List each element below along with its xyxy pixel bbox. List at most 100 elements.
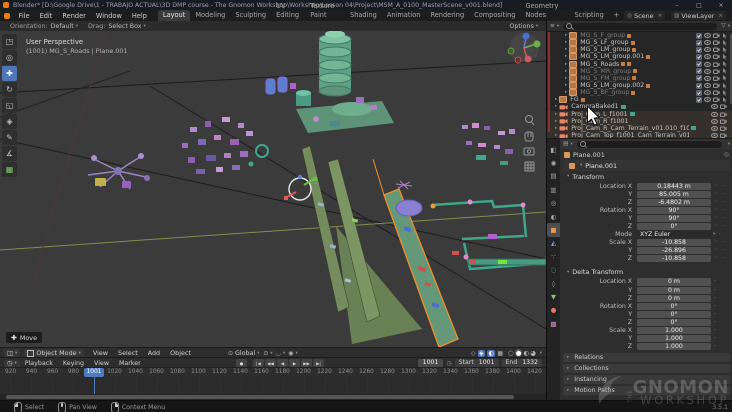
animate-dot-icon[interactable]: · (720, 223, 728, 230)
render-camera-icon[interactable] (713, 90, 720, 96)
animate-dot-icon[interactable]: · (711, 343, 719, 350)
value-field[interactable]: 0 m (637, 278, 711, 286)
outliner-search-input[interactable] (563, 22, 718, 30)
drag-dropdown[interactable]: Select Box ▾ (108, 23, 145, 30)
workspace-tab[interactable]: Compositing (469, 10, 520, 21)
eye-icon[interactable] (711, 104, 718, 110)
outliner-row[interactable]: ▸ Proj_Cam_R_f1001 (547, 117, 732, 125)
viewport-canvas[interactable] (0, 31, 546, 347)
minimize-button[interactable]: – (666, 2, 688, 9)
eye-icon[interactable] (711, 111, 718, 117)
workspace-tab[interactable]: Layout (157, 10, 191, 21)
render-camera-icon[interactable] (720, 119, 727, 124)
checkbox-icon[interactable] (696, 39, 702, 46)
animate-dot-icon[interactable]: · (720, 191, 728, 198)
expand-icon[interactable]: ▸ (565, 69, 567, 74)
overlay-toggle-button[interactable]: ◇ (471, 350, 476, 357)
workspace-tab[interactable]: Shading (345, 10, 382, 21)
tool-button[interactable]: ▦ (2, 162, 17, 177)
workspace-tab[interactable]: Texture Paint (305, 1, 345, 21)
render-camera-icon[interactable] (713, 54, 720, 60)
maximize-button[interactable]: □ (688, 2, 710, 9)
expand-icon[interactable]: ▸ (555, 126, 557, 131)
delta-transform-section-header[interactable]: ▾ Delta Transform (560, 267, 732, 278)
value-field[interactable]: 0° (637, 318, 711, 326)
tool-button[interactable]: ◈ (2, 114, 17, 129)
value-field[interactable]: 1.000 (637, 327, 711, 335)
animate-dot-icon[interactable]: · (711, 278, 719, 285)
animate-dot-icon[interactable]: · (711, 335, 719, 342)
properties-tab[interactable]: ▩ (547, 317, 560, 330)
value-field[interactable]: 0.18443 m (637, 182, 711, 190)
collapsed-section[interactable]: ▸ Collections (563, 363, 730, 373)
value-field[interactable]: 0 m (637, 294, 711, 302)
outliner-row[interactable]: ▸ MG_S_LM_group (547, 46, 732, 54)
properties-tab[interactable]: ◭ (547, 237, 560, 250)
menu-item[interactable]: Window (91, 12, 127, 20)
animate-dot-icon[interactable]: · (720, 239, 728, 246)
start-frame-field[interactable]: Start 1001 (454, 359, 499, 367)
render-camera-icon[interactable] (713, 97, 720, 103)
orientation-dropdown[interactable]: Default ▾ (51, 23, 78, 30)
selectable-cursor-icon[interactable] (722, 46, 727, 53)
workspace-tab[interactable]: Modeling (190, 10, 230, 21)
lock-icon[interactable]: ◦ (711, 256, 720, 261)
lock-icon[interactable]: ◦ (711, 216, 720, 221)
animate-dot-icon[interactable]: · (711, 295, 719, 302)
timeline-scrollbar[interactable] (6, 395, 514, 399)
properties-search-input[interactable] (576, 140, 722, 148)
render-camera-icon[interactable] (713, 69, 720, 74)
properties-editor-icon[interactable]: ▤ (563, 141, 568, 147)
outliner-row[interactable]: ▸ MG_S_LM_group.001 (547, 53, 732, 61)
lock-icon[interactable]: ◦ (711, 240, 720, 245)
snap-tool-button[interactable]: ⊙ ▾ (263, 350, 272, 357)
expand-icon[interactable]: ▸ (565, 62, 567, 67)
transport-button[interactable]: ▶▶ (301, 359, 312, 367)
animate-dot-icon[interactable]: · (711, 327, 719, 334)
workspace-tab[interactable]: + (609, 10, 625, 21)
lock-icon[interactable]: ◦ (711, 248, 720, 253)
shading-mode-button[interactable]: ◕ (530, 349, 536, 357)
snap-tool-button[interactable]: ◡ ▾ (276, 350, 286, 357)
expand-icon[interactable]: ▸ (565, 83, 567, 88)
viewport-menu-item[interactable]: Select (113, 349, 143, 357)
auto-keying-button[interactable]: ● (236, 359, 247, 367)
outliner-row[interactable]: ▸ MG_S_F_group (547, 32, 732, 40)
expand-icon[interactable]: ▸ (555, 112, 557, 117)
outliner-row[interactable]: ▸ MG_S_LF_group (547, 39, 732, 47)
properties-tab[interactable]: ◐ (547, 210, 560, 223)
transport-button[interactable]: ▶| (313, 359, 324, 367)
timeline-menu-item[interactable]: Marker (114, 360, 146, 367)
selectable-cursor-icon[interactable] (722, 96, 727, 103)
value-field[interactable]: 90° (637, 206, 711, 214)
workspace-tab[interactable]: Rendering (425, 10, 469, 21)
scene-selector[interactable]: ◎ Scene × (624, 11, 666, 20)
timeline-editor-dropdown[interactable]: ◷ ▾ (4, 359, 20, 367)
render-camera-icon[interactable] (720, 112, 727, 117)
value-field[interactable]: -6.4802 m (637, 198, 711, 206)
expand-icon[interactable]: ▸ (565, 54, 567, 59)
animate-dot-icon[interactable]: · (720, 215, 728, 222)
render-camera-icon[interactable] (720, 126, 727, 131)
animate-dot-icon[interactable]: · (715, 231, 723, 238)
properties-tab[interactable]: ◧ (547, 143, 560, 156)
ortho-toggle-icon[interactable] (524, 161, 535, 172)
timeline-menu-item[interactable]: Playback (20, 360, 58, 367)
value-field[interactable]: 85.005 m (637, 190, 711, 198)
checkbox-icon[interactable] (696, 53, 702, 60)
transform-section-header[interactable]: ▾ Transform (560, 171, 732, 182)
eye-icon[interactable] (704, 75, 711, 81)
value-field[interactable]: 0° (637, 310, 711, 318)
menu-item[interactable]: Help (127, 12, 152, 20)
checkbox-icon[interactable] (696, 89, 702, 96)
properties-tab[interactable]: ◌ (547, 264, 560, 277)
timeline-tracks[interactable] (0, 377, 546, 394)
checkbox-icon[interactable] (696, 96, 702, 103)
camera-view-icon[interactable] (523, 147, 535, 156)
eye-icon[interactable] (704, 47, 711, 53)
menu-item[interactable]: File (14, 12, 35, 20)
eye-icon[interactable] (704, 97, 711, 103)
outliner-row[interactable]: ▸ CameraBaked1 (547, 103, 732, 110)
expand-icon[interactable]: ▸ (565, 33, 567, 38)
menu-item[interactable]: Render (57, 12, 90, 20)
